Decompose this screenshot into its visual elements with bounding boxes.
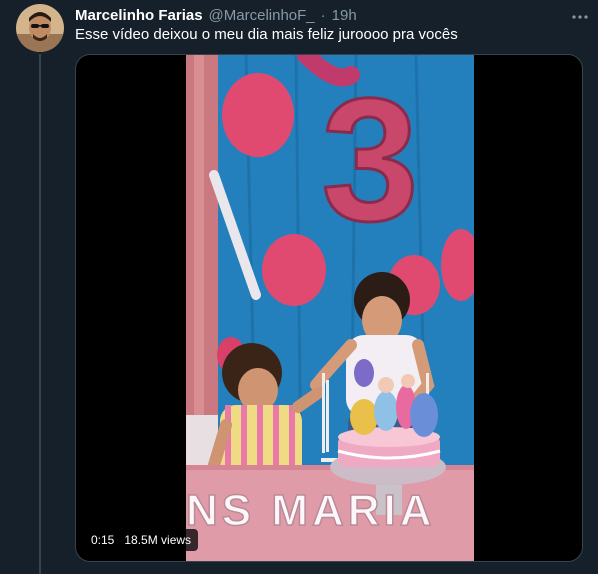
video-frame[interactable]: 3 NS MARIA — [186, 55, 474, 561]
avatar[interactable] — [16, 4, 64, 52]
author-handle[interactable]: @MarcelinhoF_ — [209, 7, 315, 24]
balloon-number: 3 — [321, 63, 418, 258]
separator-dot: · — [320, 6, 326, 24]
more-dots-icon[interactable] — [572, 7, 588, 23]
banner-letters: NS MARIA — [186, 486, 436, 535]
video-view-count: 18.5M views — [124, 533, 192, 547]
video-player[interactable]: 3 NS MARIA 0:15 18.5M views — [75, 54, 583, 562]
video-elapsed-time: 0:15 — [91, 533, 115, 547]
video-stats-badge: 0:15 18.5M views — [84, 529, 199, 551]
thread-line — [39, 54, 41, 574]
tweet-header: Marcelinho Farias @MarcelinhoF_ · 19h — [75, 5, 588, 25]
avatar-image — [16, 4, 64, 52]
tweet-timestamp[interactable]: 19h — [332, 7, 357, 24]
author-name[interactable]: Marcelinho Farias — [75, 7, 203, 24]
video-thumbnail: 3 NS MARIA — [186, 55, 474, 561]
tweet-text: Esse vídeo deixou o meu dia mais feliz j… — [75, 26, 458, 43]
